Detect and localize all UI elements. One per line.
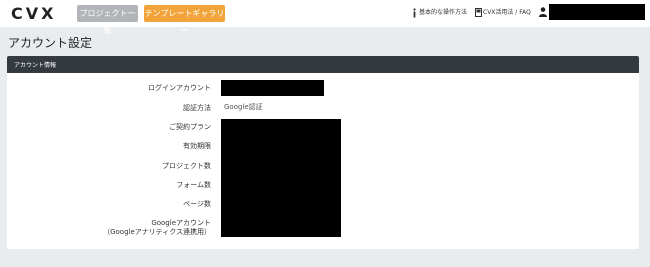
info-icon: [413, 8, 416, 18]
panel-header-title: アカウント情報: [14, 62, 57, 69]
user-icon[interactable]: [539, 7, 547, 17]
cvx-logo[interactable]: CVX: [11, 4, 56, 23]
account-info-panel: アカウント情報 ログインアカウント 認証方法 Google認証 ご契約プラン 有…: [7, 56, 639, 249]
login-account-value-redacted: [221, 80, 324, 96]
label-contract-plan: ご契約プラン: [169, 123, 211, 131]
book-icon: [475, 8, 482, 17]
panel-header: アカウント情報: [7, 56, 639, 73]
template-gallery-button[interactable]: テンプレートギャラリー: [144, 5, 225, 35]
label-page-count: ページ数: [183, 200, 211, 208]
label-auth-method: 認証方法: [183, 104, 211, 112]
page-title: アカウント設定: [8, 36, 93, 50]
label-login-account: ログインアカウント: [148, 84, 211, 92]
user-name-redacted[interactable]: [549, 4, 645, 20]
faq-link-label: CVX活用法 / FAQ: [483, 9, 531, 16]
guide-link-label: 基本的な操作方法: [419, 9, 468, 16]
label-expiry-date: 有効期限: [183, 142, 211, 150]
label-project-count: プロジェクト数: [162, 162, 211, 170]
top-navigation-bar: CVX プロジェクト一覧 テンプレートギャラリー 基本的な操作方法 CVX活用法…: [0, 0, 650, 35]
project-list-button[interactable]: プロジェクト一覧: [77, 5, 138, 35]
label-google-analytics-note: （Googleアナリティクス連携用）: [103, 228, 211, 236]
auth-method-value: Google認証: [224, 103, 263, 111]
label-form-count: フォーム数: [176, 181, 211, 189]
plan-details-redacted: [221, 119, 341, 237]
